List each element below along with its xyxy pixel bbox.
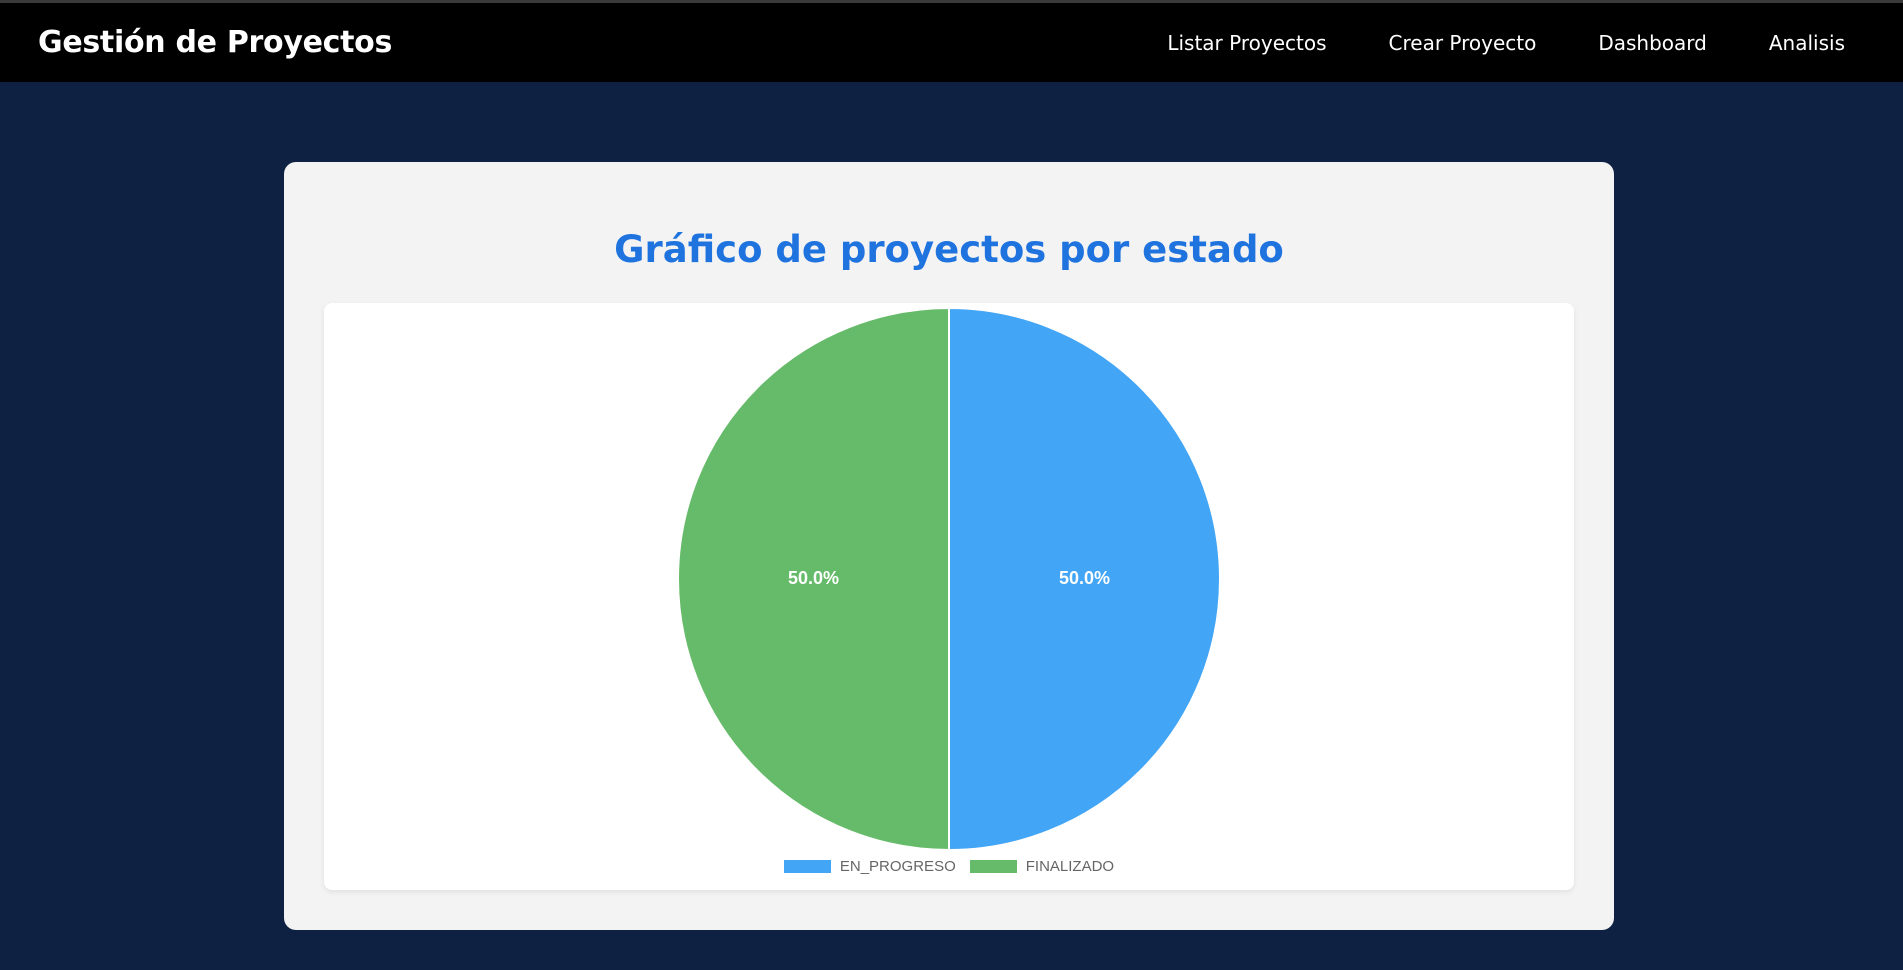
pie-label-en-progreso: 50.0%	[1059, 568, 1110, 588]
nav-links: Listar Proyectos Crear Proyecto Dashboar…	[1167, 31, 1865, 55]
nav-link-dashboard[interactable]: Dashboard	[1598, 31, 1707, 55]
chart-card: Gráfico de proyectos por estado 50.0% 50.…	[284, 162, 1614, 930]
navbar: Gestión de Proyectos Listar Proyectos Cr…	[0, 3, 1903, 82]
legend-swatch-finalizado	[969, 860, 1017, 873]
nav-link-listar-proyectos[interactable]: Listar Proyectos	[1167, 31, 1326, 55]
chart-legend: EN_PROGRESO FINALIZADO	[324, 858, 1574, 875]
legend-label-finalizado: FINALIZADO	[1025, 858, 1115, 875]
nav-link-analisis[interactable]: Analisis	[1769, 31, 1845, 55]
legend-item-en-progreso[interactable]: EN_PROGRESO	[783, 858, 956, 875]
pie-label-finalizado: 50.0%	[788, 568, 839, 588]
legend-label-en-progreso: EN_PROGRESO	[839, 858, 956, 875]
nav-link-crear-proyecto[interactable]: Crear Proyecto	[1389, 31, 1537, 55]
chart-container: 50.0% 50.0% EN_PROGRESO FINALIZADO	[324, 303, 1574, 890]
legend-item-finalizado[interactable]: FINALIZADO	[969, 858, 1115, 875]
chart-title: Gráfico de proyectos por estado	[614, 228, 1284, 271]
brand-title[interactable]: Gestión de Proyectos	[38, 25, 392, 60]
legend-swatch-en-progreso	[783, 860, 831, 873]
pie-chart: 50.0% 50.0%	[677, 306, 1221, 852]
